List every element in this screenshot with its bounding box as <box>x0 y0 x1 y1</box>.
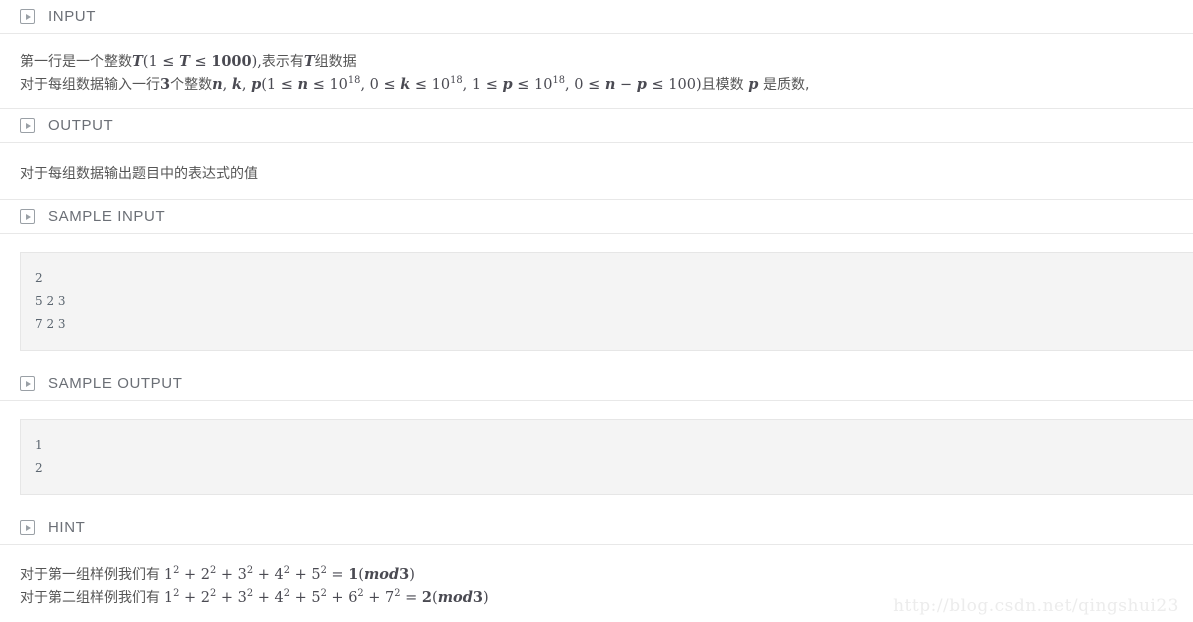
input-description-line-2: 对于每组数据输入一行3个整数n, k, p(1 ≤ n ≤ 1018, 0 ≤ … <box>20 75 810 93</box>
sample-output-code-block: 1 2 <box>20 419 1193 495</box>
section-title-sample-output: SAMPLE OUTPUT <box>48 375 183 392</box>
watermark-text: http://blog.csdn.net/qingshui23 <box>893 596 1179 616</box>
hint-line1-math: 12 + 22 + 32 + 42 + 52 = 1(mod3) <box>163 565 415 583</box>
section-header-input: INPUT <box>0 0 1193 33</box>
input-line2-tail-a: 且模数 <box>701 77 744 93</box>
sample-input-code-block: 2 5 2 3 7 2 3 <box>20 252 1193 351</box>
play-square-icon <box>20 118 35 133</box>
code-line: 2 <box>35 461 43 475</box>
code-line: 1 <box>35 438 43 452</box>
section-header-sample-input: SAMPLE INPUT <box>0 200 1193 233</box>
input-line1-suffix-b: 组数据 <box>314 54 357 70</box>
input-line2-prefix: 对于每组数据输入一行 <box>20 77 160 93</box>
input-description-line-1: 第一行是一个整数T(1 ≤ T ≤ 1000),表示有T组数据 <box>20 53 357 70</box>
section-header-hint: HINT <box>0 511 1193 544</box>
section-title-output: OUTPUT <box>48 117 114 134</box>
code-line: 2 <box>35 271 43 285</box>
input-line2-mid: 个整数 <box>170 77 213 93</box>
hint-line-1: 对于第一组样例我们有 12 + 22 + 32 + 42 + 52 = 1(mo… <box>20 563 1173 586</box>
input-line2-tail-b: 是质数, <box>762 77 810 93</box>
section-title-sample-input: SAMPLE INPUT <box>48 208 166 225</box>
input-line2-math: n, k, p(1 ≤ n ≤ 1018, 0 ≤ k ≤ 1018, 1 ≤ … <box>212 75 702 93</box>
code-line: 7 2 3 <box>35 317 66 331</box>
section-title-input: INPUT <box>48 8 96 25</box>
play-square-icon <box>20 520 35 535</box>
section-title-hint: HINT <box>48 519 86 536</box>
hint-line1-prefix: 对于第一组样例我们有 <box>20 567 160 583</box>
output-description: 对于每组数据输出题目中的表达式的值 <box>0 163 1193 185</box>
play-square-icon <box>20 376 35 391</box>
hint-line2-math: 12 + 22 + 32 + 42 + 52 + 62 + 72 = 2(mod… <box>163 588 489 606</box>
play-square-icon <box>20 9 35 24</box>
section-header-output: OUTPUT <box>0 109 1193 142</box>
code-line: 5 2 3 <box>35 294 66 308</box>
output-description-text: 对于每组数据输出题目中的表达式的值 <box>20 166 258 182</box>
input-description: 第一行是一个整数T(1 ≤ T ≤ 1000),表示有T组数据 对于每组数据输入… <box>0 50 1193 96</box>
section-header-sample-output: SAMPLE OUTPUT <box>0 367 1193 400</box>
hint-line2-prefix: 对于第二组样例我们有 <box>20 590 160 606</box>
input-line1-suffix-a: 表示有 <box>261 54 304 70</box>
play-square-icon <box>20 209 35 224</box>
input-line1-prefix: 第一行是一个整数 <box>20 54 132 70</box>
